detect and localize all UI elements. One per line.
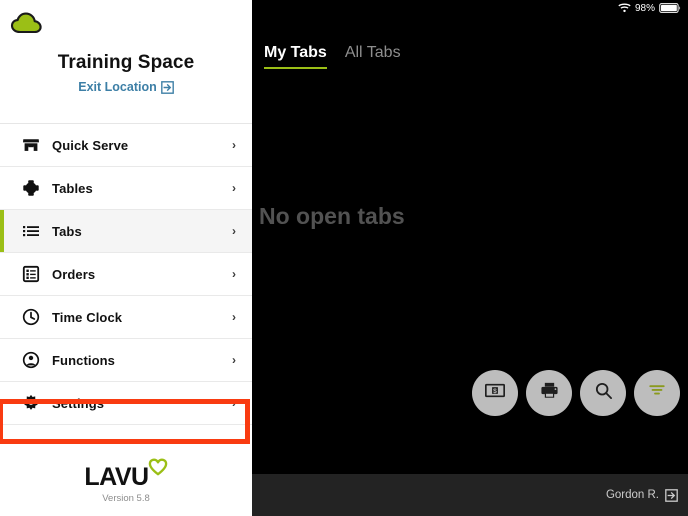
app-root: Training Space Exit Location	[0, 0, 688, 516]
sidebar-item-quick-serve[interactable]: Quick Serve ›	[0, 124, 252, 167]
chevron-right-icon: ›	[232, 267, 236, 281]
exit-location-label: Exit Location	[78, 80, 156, 94]
storefront-icon	[22, 136, 40, 154]
search-button[interactable]	[580, 370, 626, 416]
tab-bar: My Tabs All Tabs	[252, 17, 688, 72]
search-icon	[594, 381, 613, 405]
battery-icon	[659, 0, 681, 18]
chevron-right-icon: ›	[232, 138, 236, 152]
location-title: Training Space	[0, 52, 252, 74]
sidebar-item-label: Functions	[52, 353, 115, 368]
status-bar: 98%	[252, 0, 688, 17]
chevron-right-icon: ›	[232, 181, 236, 195]
floating-action-buttons: $	[472, 370, 680, 416]
filter-icon	[648, 383, 666, 403]
sidebar-menu: Quick Serve › Tables ›	[0, 123, 252, 425]
main-panel: 98% My Tabs All Tabs No open tabs	[252, 0, 688, 516]
cash-icon: $	[485, 383, 505, 403]
person-icon	[22, 351, 40, 369]
table-icon	[22, 179, 40, 197]
brand-footer: LAVU Version 5.8	[0, 464, 252, 516]
wifi-icon	[618, 0, 631, 18]
gear-icon	[22, 394, 40, 412]
sidebar-item-label: Time Clock	[52, 310, 122, 325]
printer-icon	[540, 382, 559, 404]
logout-button[interactable]	[665, 489, 678, 502]
user-name-label: Gordon R.	[606, 489, 659, 501]
chevron-right-icon: ›	[232, 224, 236, 238]
sidebar-item-functions[interactable]: Functions ›	[0, 339, 252, 382]
print-button[interactable]	[526, 370, 572, 416]
sidebar-item-orders[interactable]: Orders ›	[0, 253, 252, 296]
clipboard-icon	[22, 265, 40, 283]
brand-name: LAVU	[84, 464, 148, 490]
cash-button[interactable]: $	[472, 370, 518, 416]
sidebar-item-settings[interactable]: Settings ›	[0, 382, 252, 425]
chevron-right-icon: ›	[232, 396, 236, 410]
sidebar-item-label: Settings	[52, 396, 104, 411]
bottom-bar: Gordon R.	[252, 474, 688, 516]
sidebar-item-label: Quick Serve	[52, 138, 128, 153]
tabs-content-area: No open tabs $	[252, 72, 688, 474]
sidebar-item-tables[interactable]: Tables ›	[0, 167, 252, 210]
version-label: Version 5.8	[0, 493, 252, 504]
exit-icon	[161, 81, 174, 94]
sidebar-item-tabs[interactable]: Tabs ›	[0, 210, 252, 253]
list-icon	[22, 222, 40, 240]
tab-all-tabs[interactable]: All Tabs	[345, 44, 401, 72]
sidebar-item-label: Tabs	[52, 224, 82, 239]
sidebar-item-label: Orders	[52, 267, 95, 282]
sidebar-item-label: Tables	[52, 181, 93, 196]
tab-my-tabs[interactable]: My Tabs	[264, 44, 327, 72]
battery-percent-label: 98%	[635, 3, 655, 14]
chevron-right-icon: ›	[232, 353, 236, 367]
clock-icon	[22, 308, 40, 326]
heart-icon	[148, 458, 168, 481]
exit-location-link[interactable]: Exit Location	[0, 80, 252, 94]
filter-button[interactable]	[634, 370, 680, 416]
svg-text:$: $	[493, 388, 497, 395]
empty-state-message: No open tabs	[259, 203, 405, 230]
cloud-icon[interactable]	[10, 10, 44, 36]
sidebar-item-time-clock[interactable]: Time Clock ›	[0, 296, 252, 339]
chevron-right-icon: ›	[232, 310, 236, 324]
sidebar: Training Space Exit Location	[0, 0, 252, 516]
